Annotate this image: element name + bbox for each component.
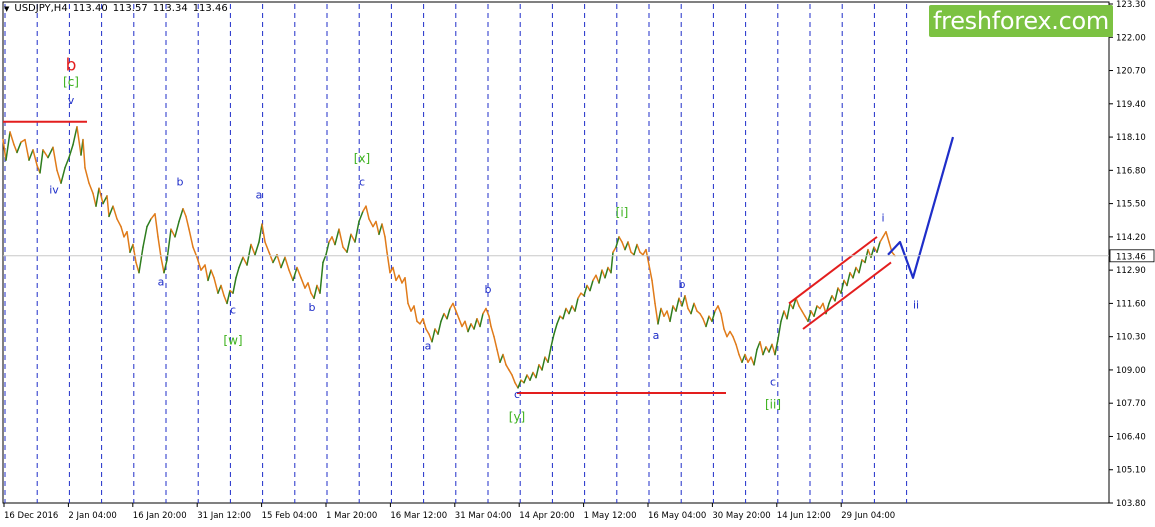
y-tick-label: 118.10 — [1116, 133, 1146, 143]
symbol-header: ▼ USDJPY,H4 113.40 113.57 113.34 113.46 — [4, 3, 228, 14]
y-tick-label: 114.20 — [1116, 233, 1146, 243]
wave-label: a — [653, 329, 660, 342]
plot-frame — [2, 1, 1110, 504]
y-tick-label: 115.50 — [1116, 200, 1146, 210]
wave-label: a — [256, 188, 263, 201]
wave-label: b — [485, 283, 492, 296]
y-tick-label: 116.80 — [1116, 166, 1146, 176]
wave-label: [x] — [354, 152, 370, 166]
dropdown-triangle-icon[interactable]: ▼ — [4, 5, 9, 13]
x-tick-label: 1 May 12:00 — [584, 511, 637, 521]
wave-label: a — [425, 339, 432, 352]
y-tick-label: 120.70 — [1116, 67, 1146, 77]
high-value: 113.57 — [112, 3, 148, 14]
wave-label: c — [230, 304, 236, 317]
y-tick-label: 106.40 — [1116, 432, 1146, 442]
wave-label: [y] — [509, 410, 525, 424]
symbol-label: USDJPY,H4 — [14, 3, 68, 14]
price-chart: 123.30 122.00 120.70 119.40 118.10 116.80 115.… — [2, 0, 1155, 521]
y-tick-label: 122.00 — [1116, 33, 1146, 43]
y-tick-label: 112.90 — [1116, 266, 1146, 276]
x-tick-label: 2 Jan 04:00 — [68, 511, 116, 521]
y-tick-label: 103.80 — [1116, 499, 1146, 509]
y-tick-label: 119.40 — [1116, 100, 1146, 110]
wave-label: b — [679, 278, 686, 291]
wave-label: iv — [49, 183, 59, 196]
y-tick-label: 111.60 — [1116, 299, 1146, 309]
x-tick-label: 14 Jun 12:00 — [777, 511, 831, 521]
x-tick-label: 16 Mar 12:00 — [390, 511, 447, 521]
open-value: 113.40 — [72, 3, 108, 14]
y-tick-label: 110.30 — [1116, 333, 1146, 343]
low-value: 113.34 — [152, 3, 188, 14]
wave-label: c — [770, 375, 776, 388]
wave-label: [w] — [223, 333, 242, 347]
x-tick-label: 16 May 04:00 — [648, 511, 706, 521]
time-axis: 16 Dec 2016 2 Jan 04:00 16 Jan 20:00 31 Jan… — [3, 503, 895, 521]
wave-label: c — [514, 388, 520, 401]
wave-label: ii — [913, 299, 919, 312]
x-tick-label: 31 Mar 04:00 — [455, 511, 512, 521]
x-tick-label: 16 Dec 2016 — [4, 511, 58, 521]
wave-label: [c] — [63, 75, 79, 89]
x-tick-label: 31 Jan 12:00 — [197, 511, 251, 521]
x-tick-label: 15 Feb 04:00 — [262, 511, 318, 521]
last-price-label: 113.46 — [1116, 252, 1146, 262]
y-tick-label: 107.70 — [1116, 399, 1146, 409]
wave-label: [i] — [616, 205, 629, 219]
y-tick-label: 105.10 — [1116, 466, 1146, 476]
wave-label: v — [68, 94, 75, 107]
wave-label: a — [158, 275, 165, 288]
brand-logo: freshforex.com — [929, 5, 1113, 37]
x-tick-label: 30 May 20:00 — [712, 511, 770, 521]
x-tick-label: 14 Apr 20:00 — [519, 511, 574, 521]
x-tick-label: 29 Jun 04:00 — [841, 511, 895, 521]
close-value: 113.46 — [192, 3, 228, 14]
x-tick-label: 1 Mar 20:00 — [326, 511, 377, 521]
wave-label: b — [309, 301, 316, 314]
wave-label: i — [881, 212, 884, 225]
y-tick-label: 123.30 — [1116, 0, 1146, 10]
wave-label: b — [66, 56, 77, 76]
x-tick-label: 16 Jan 20:00 — [133, 511, 187, 521]
wave-label: c — [359, 176, 365, 189]
y-tick-label: 109.00 — [1116, 366, 1146, 376]
wave-label: b — [177, 176, 184, 189]
wave-label: [ii] — [765, 397, 781, 411]
